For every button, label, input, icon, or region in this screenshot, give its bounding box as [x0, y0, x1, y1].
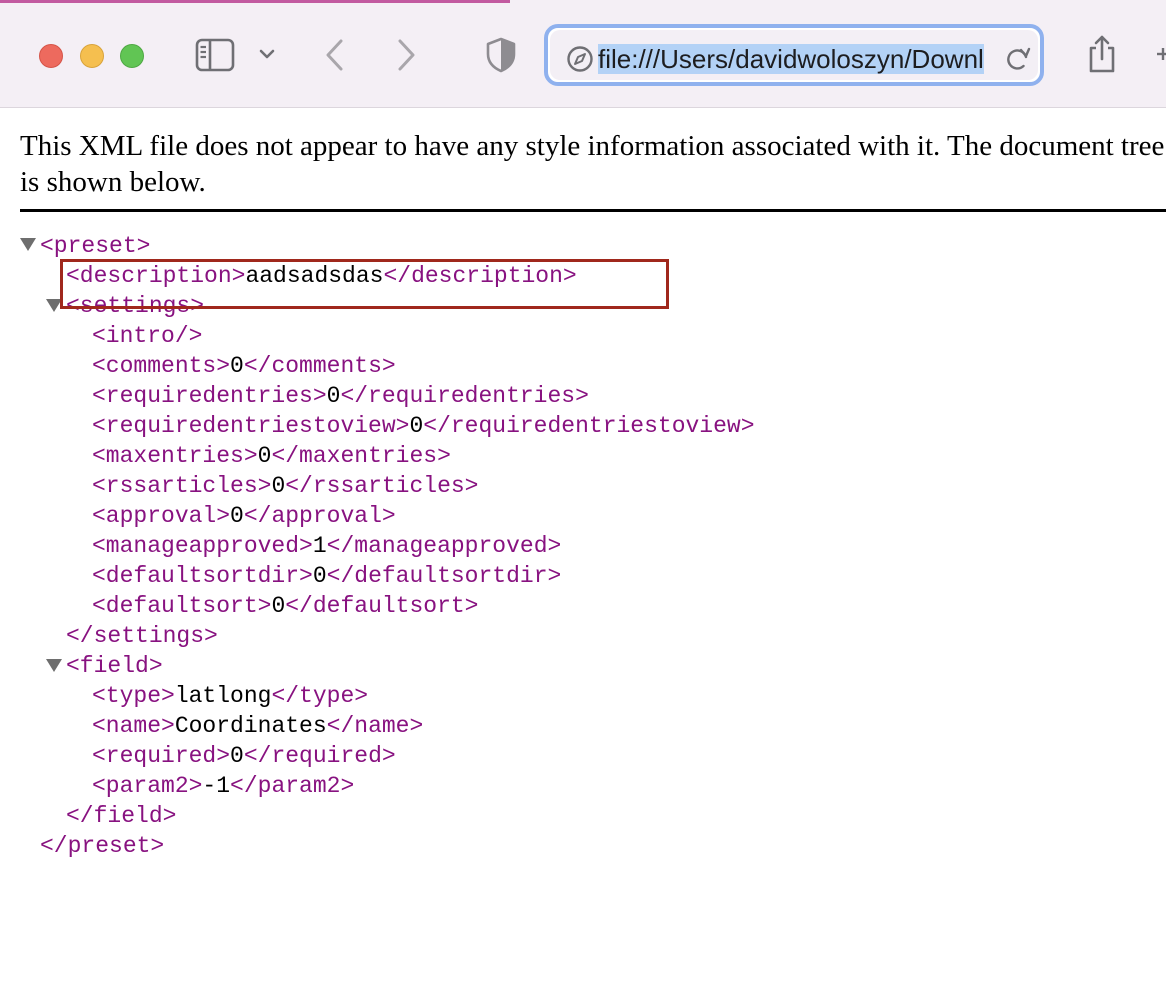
- xml-line: <comments>0</comments>: [92, 351, 396, 381]
- xml-line-field-open: <field>: [66, 651, 163, 681]
- new-tab-icon[interactable]: [1156, 46, 1166, 62]
- xml-line-field-close: </field>: [66, 801, 176, 831]
- xml-line: <param2>-1</param2>: [92, 771, 354, 801]
- tag-value: 0: [409, 413, 424, 439]
- xml-line-preset-open: <preset>: [40, 231, 150, 261]
- tag-open: <manageapproved>: [92, 533, 313, 559]
- privacy-shield-icon[interactable]: [485, 37, 517, 73]
- forward-arrow-icon[interactable]: [393, 36, 419, 74]
- tag-open: <required>: [92, 743, 231, 769]
- tag-open: <comments>: [92, 353, 231, 379]
- address-bar[interactable]: file:///Users/davidwoloszyn/Downloads/pr…: [544, 24, 1044, 86]
- minimize-window-button[interactable]: [80, 44, 104, 68]
- tag-close: </required>: [243, 743, 396, 769]
- xml-line-settings-close: </settings>: [66, 621, 218, 651]
- xml-line-intro: <intro/>: [92, 321, 202, 351]
- tag-value: 0: [230, 743, 244, 769]
- xml-line: <defaultsort>0</defaultsort>: [92, 591, 478, 621]
- tag-value: 1: [312, 533, 327, 559]
- tag-open: <maxentries>: [92, 443, 258, 469]
- tab-accent-line: [0, 0, 510, 3]
- tag-close: </field>: [66, 803, 177, 829]
- compass-icon: [567, 46, 593, 72]
- tag-close: </defaultsort>: [285, 593, 479, 619]
- browser-toolbar: file:///Users/davidwoloszyn/Downloads/pr…: [0, 0, 1166, 108]
- xml-line: <defaultsortdir>0</defaultsortdir>: [92, 561, 561, 591]
- tag-value: 0: [326, 383, 341, 409]
- xml-line: <required>0</required>: [92, 741, 396, 771]
- tag-value: Coordinates: [174, 713, 327, 739]
- xml-line: <requiredentriestoview>0</requiredentrie…: [92, 411, 755, 441]
- tag-close: </requiredentriestoview>: [423, 413, 755, 439]
- tag-close: </settings>: [66, 623, 218, 649]
- tag-open: <defaultsortdir>: [92, 563, 313, 589]
- tag-value: 0: [312, 563, 327, 589]
- xml-notice: This XML file does not appear to have an…: [20, 130, 1165, 198]
- tag-open: <requiredentries>: [92, 383, 327, 409]
- tag-value: 0: [271, 593, 286, 619]
- tag-open: <field>: [66, 653, 163, 679]
- tag-close: </name>: [326, 713, 424, 739]
- tag-value: latlong: [174, 683, 272, 709]
- xml-line: <name>Coordinates</name>: [92, 711, 423, 741]
- back-arrow-icon[interactable]: [322, 36, 348, 74]
- tag-open: <requiredentriestoview>: [92, 413, 410, 439]
- zoom-window-button[interactable]: [120, 44, 144, 68]
- tag-value: 0: [271, 473, 286, 499]
- tag-open: <param2>: [92, 773, 203, 799]
- chevron-down-icon[interactable]: [258, 46, 276, 62]
- tag-close: </defaultsortdir>: [326, 563, 562, 589]
- xml-line: <approval>0</approval>: [92, 501, 396, 531]
- xml-line: <type>latlong</type>: [92, 681, 368, 711]
- tag-open: <preset>: [40, 233, 151, 259]
- tag-close: </comments>: [243, 353, 396, 379]
- tag-value: 0: [257, 443, 272, 469]
- url-selection: file:///Users/davidwoloszyn/Downloads/pr…: [598, 44, 984, 74]
- close-window-button[interactable]: [39, 44, 63, 68]
- tag-open: <rssarticles>: [92, 473, 272, 499]
- xml-line: <manageapproved>1</manageapproved>: [92, 531, 561, 561]
- divider: [20, 209, 1166, 212]
- tag-value: 0: [230, 353, 244, 379]
- tag-close: </maxentries>: [271, 443, 451, 469]
- tag-open: <name>: [92, 713, 175, 739]
- tag-close: </param2>: [230, 773, 355, 799]
- tag-open: <type>: [92, 683, 175, 709]
- tag-empty: <intro/>: [92, 323, 203, 349]
- tag-close: </preset>: [40, 833, 165, 859]
- collapse-toggle-field[interactable]: [46, 659, 62, 672]
- tag-close: </type>: [271, 683, 369, 709]
- tag-close: </requiredentries>: [340, 383, 589, 409]
- tag-open: <defaultsort>: [92, 593, 272, 619]
- url-text[interactable]: file:///Users/davidwoloszyn/Downloads/pr…: [598, 44, 984, 74]
- tag-close: </manageapproved>: [326, 533, 562, 559]
- xml-document-view: This XML file does not appear to have an…: [0, 108, 1166, 982]
- tag-value: 0: [230, 503, 244, 529]
- address-bar-field[interactable]: file:///Users/davidwoloszyn/Downloads/pr…: [550, 30, 1038, 80]
- tag-value: -1: [202, 773, 231, 799]
- tag-close: </rssarticles>: [285, 473, 479, 499]
- reload-icon[interactable]: [1004, 45, 1032, 73]
- xml-line: <rssarticles>0</rssarticles>: [92, 471, 478, 501]
- xml-line: <requiredentries>0</requiredentries>: [92, 381, 589, 411]
- share-icon[interactable]: [1086, 34, 1118, 74]
- tag-close: </approval>: [243, 503, 396, 529]
- xml-line: <maxentries>0</maxentries>: [92, 441, 451, 471]
- annotation-highlight-box: [60, 259, 669, 309]
- xml-line-preset-close: </preset>: [40, 831, 164, 861]
- sidebar-icon[interactable]: [195, 38, 235, 72]
- collapse-toggle-preset[interactable]: [20, 238, 36, 251]
- tag-open: <approval>: [92, 503, 231, 529]
